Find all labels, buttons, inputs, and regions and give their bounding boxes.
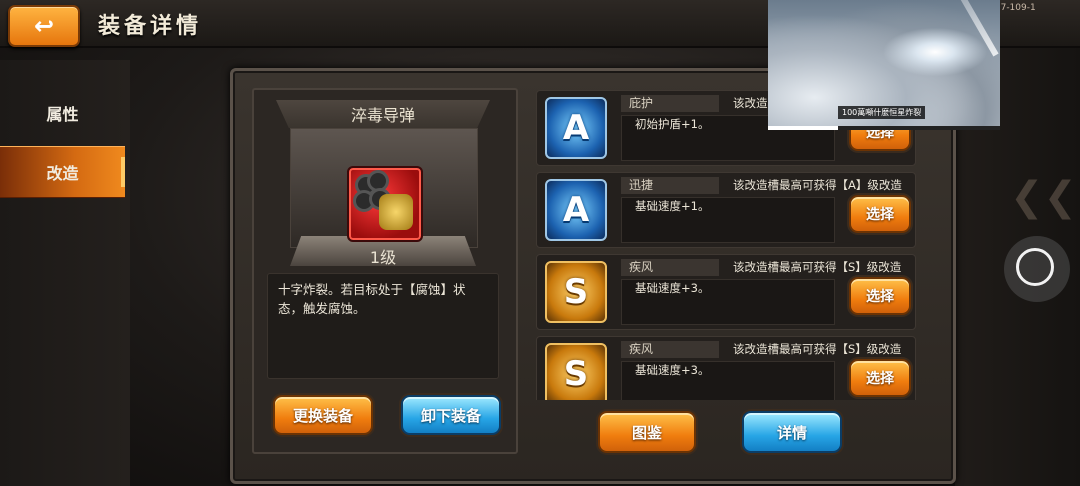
circle-icon [1016, 248, 1054, 286]
tab-modification[interactable]: 改造 [0, 146, 125, 198]
select-button[interactable]: 选择 [849, 277, 911, 315]
item-description: 十字炸裂。若目标处于【腐蚀】状态，触发腐蚀。 [267, 273, 499, 379]
poison-missile-icon [347, 166, 423, 242]
slot-note: 该改造槽最高可获得【S】级改造 [733, 260, 902, 274]
tab-attributes[interactable]: 属性 [0, 88, 125, 138]
grade-s-gem-icon: S [545, 261, 607, 323]
slot-effect: 基础速度+1。 [635, 199, 710, 213]
slot-effect: 基础速度+3。 [635, 281, 710, 295]
mod-slot: S 疾风 该改造槽最高可获得【S】级改造 基础速度+3。 选择 [536, 336, 916, 400]
video-progress-fill [768, 126, 838, 130]
video-progress-bar[interactable] [768, 126, 1000, 130]
slot-mod-name: 迅捷 [621, 177, 719, 194]
select-button[interactable]: 选择 [849, 359, 911, 397]
slot-mod-name: 疾风 [621, 259, 719, 276]
atlas-button[interactable]: 图鉴 [598, 411, 696, 453]
tab-attributes-label: 属性 [46, 105, 79, 124]
select-button[interactable]: 选择 [849, 195, 911, 233]
grade-a-gem-icon: A [545, 97, 607, 159]
tab-modification-label: 改造 [46, 164, 79, 183]
page-title: 装备详情 [98, 14, 203, 39]
item-level: 1级 [369, 248, 397, 267]
video-caption: 100萬噸什麼恒星炸裂 [838, 106, 926, 119]
mod-slot: S 疾风 该改造槽最高可获得【S】级改造 基础速度+3。 选择 [536, 254, 916, 330]
chevron-decoration-icon: ❮❮ [1010, 174, 1078, 220]
details-button[interactable]: 详情 [742, 411, 842, 453]
unequip-button[interactable]: 卸下装备 [401, 395, 501, 435]
back-button[interactable]: ↩ [8, 5, 80, 47]
slot-mod-name: 庇护 [621, 95, 719, 112]
slot-note: 该改造槽最高可获得【S】级改造 [733, 342, 902, 356]
slot-note: 该改造槽最高可获得【A】级改造 [733, 178, 902, 192]
slot-effect: 初始护盾+1。 [635, 117, 710, 131]
grade-a-gem-icon: A [545, 179, 607, 241]
modification-slot-list[interactable]: A 庇护 该改造槽最高可获得【A】级改造 初始护盾+1。 选择 A 迅捷 该改造… [524, 88, 928, 400]
slot-effect: 基础速度+3。 [635, 363, 710, 377]
change-equipment-button[interactable]: 更换装备 [273, 395, 373, 435]
item-name: 淬毒导弹 [276, 100, 490, 128]
back-arrow-icon: ↩ [33, 12, 55, 40]
slot-mod-name: 疾风 [621, 341, 719, 358]
mod-slot: A 迅捷 该改造槽最高可获得【A】级改造 基础速度+1。 选择 [536, 172, 916, 248]
grade-s-gem-icon: S [545, 343, 607, 400]
